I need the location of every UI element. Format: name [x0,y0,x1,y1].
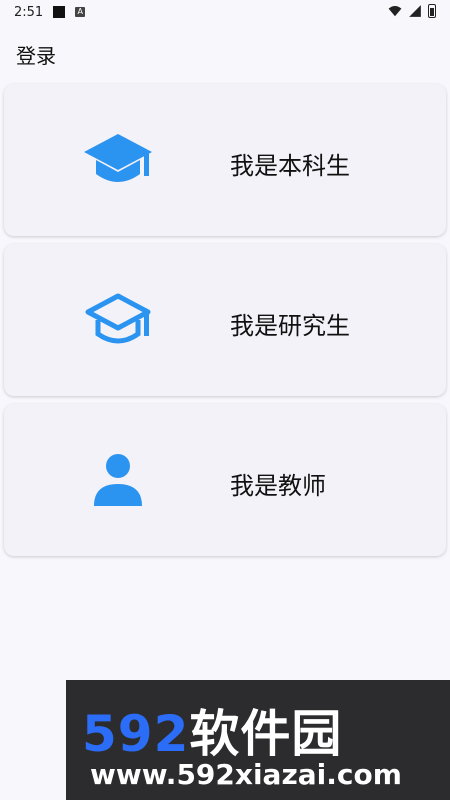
notification-a-icon: A [75,7,86,17]
title-bar: 登录 [0,28,450,78]
battery-icon [428,4,436,18]
status-right-icons [388,4,436,18]
watermark-logo: 592软件园 [82,694,342,766]
notification-square-icon [53,6,66,18]
page-title: 登录 [16,44,56,68]
graduate-card[interactable]: 我是研究生 [4,244,446,396]
watermark-number: 592 [82,705,190,763]
wifi-icon [388,6,402,17]
undergraduate-card[interactable]: 我是本科生 [4,84,446,236]
graduate-label: 我是研究生 [230,312,350,340]
teacher-card[interactable]: 我是教师 [4,404,446,556]
status-time: 2:51 [14,4,44,20]
graduation-cap-outline-icon [85,293,151,344]
status-bar: 2:51 A [0,0,450,24]
watermark-banner: 592软件园 www.592xiazai.com [66,680,450,800]
watermark-url: www.592xiazai.com [90,758,402,791]
watermark-cn-text: 软件园 [189,705,343,763]
undergraduate-label: 我是本科生 [230,152,350,180]
person-icon [94,454,142,506]
login-screen: 2:51 A 登录 我是本科生 我是研究生 我是教师 592软件园 www.59… [0,0,450,800]
teacher-label: 我是教师 [230,472,326,500]
graduation-cap-filled-icon [84,134,152,182]
signal-icon [409,5,421,17]
